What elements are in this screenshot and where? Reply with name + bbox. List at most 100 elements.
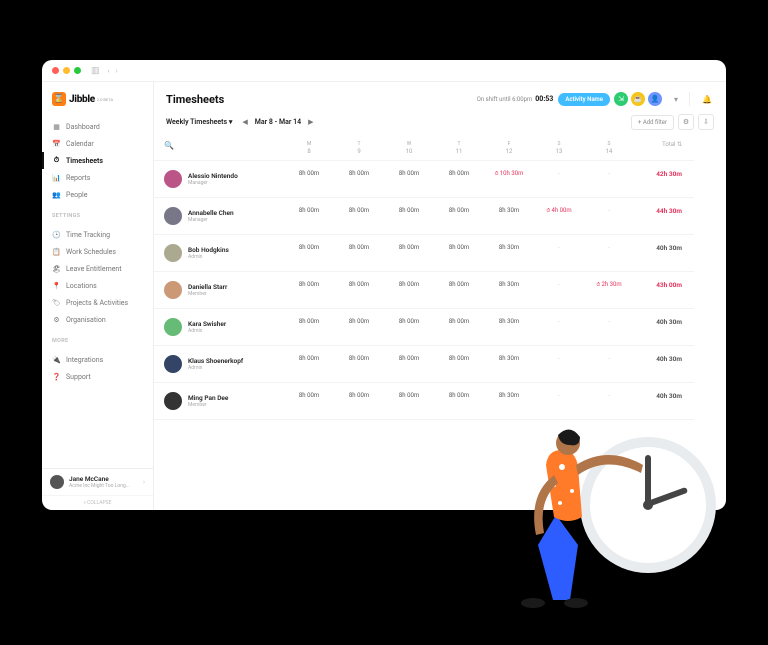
time-cell[interactable]: 8h 00m [434, 272, 484, 309]
sidebar-item-people[interactable]: 👥People [42, 186, 153, 203]
current-user[interactable]: Jane McCane Acme Inc Might Too Long... › [42, 468, 153, 495]
time-cell[interactable]: 8h 00m [384, 309, 434, 346]
time-cell[interactable]: 8h 00m [284, 272, 334, 309]
sidebar-toggle-icon[interactable]: ▥ [91, 66, 100, 76]
time-cell[interactable]: 8h 00m [284, 235, 334, 272]
time-cell[interactable]: 8h 00m [284, 198, 334, 235]
column-header[interactable]: S13 [534, 136, 584, 161]
logo-icon: ⌛ [52, 92, 66, 106]
shift-status: On shift until 6:00pm [477, 96, 533, 103]
sidebar-item-calendar[interactable]: 📅Calendar [42, 135, 153, 152]
table-row-user[interactable]: Annabelle ChenManager [154, 198, 284, 235]
total-header[interactable]: Total ⇅ [634, 136, 694, 161]
time-cell[interactable]: 8h 00m [334, 383, 384, 420]
sidebar-item-organisation[interactable]: ⚙Organisation [42, 311, 153, 328]
brand[interactable]: ⌛ Jibble 2.0 BETA [42, 82, 153, 114]
status-chip-in[interactable]: ⇲ [614, 92, 628, 106]
time-cell[interactable]: 8h 00m [284, 346, 334, 383]
minimize-window-button[interactable] [63, 67, 70, 74]
download-icon-button[interactable]: ⇩ [698, 114, 714, 130]
time-cell[interactable]: 8h 00m [334, 346, 384, 383]
sidebar-item-work-schedules[interactable]: 📋Work Schedules [42, 243, 153, 260]
user-name: Jane McCane [69, 475, 138, 483]
table-row-user[interactable]: Kara SwisherAdmin [154, 309, 284, 346]
prev-range-button[interactable]: ◀ [242, 118, 247, 126]
sidebar-item-timesheets[interactable]: ⏱Timesheets [42, 152, 153, 169]
table-row-user[interactable]: Klaus ShoenerkopfAdmin [154, 346, 284, 383]
sidebar-item-integrations[interactable]: 🔌Integrations [42, 351, 153, 368]
forward-button[interactable]: › [116, 67, 118, 75]
sidebar-item-projects-activities[interactable]: 🏷Projects & Activities [42, 294, 153, 311]
time-cell[interactable]: 8h 30m [484, 346, 534, 383]
time-cell[interactable]: 8h 00m [434, 346, 484, 383]
time-cell-empty: - [534, 272, 584, 309]
back-button[interactable]: ‹ [108, 67, 110, 75]
table-row-user[interactable]: Daniella StarrMember [154, 272, 284, 309]
sidebar-item-support[interactable]: ❓Support [42, 368, 153, 385]
time-cell[interactable]: 8h 30m [484, 235, 534, 272]
time-cell-overtime[interactable]: 2h 30m [584, 272, 634, 309]
time-cell[interactable]: 8h 00m [284, 309, 334, 346]
time-cell[interactable]: 8h 00m [384, 346, 434, 383]
time-cell[interactable]: 8h 00m [334, 272, 384, 309]
timesheet-icon: ⏱ [52, 156, 61, 165]
brand-name: Jibble [69, 94, 95, 105]
time-cell-overtime[interactable]: 10h 30m [484, 161, 534, 198]
time-cell-empty: - [584, 309, 634, 346]
time-cell[interactable]: 8h 00m [284, 383, 334, 420]
time-cell[interactable]: 8h 00m [384, 383, 434, 420]
close-window-button[interactable] [52, 67, 59, 74]
time-cell[interactable]: 8h 00m [434, 161, 484, 198]
time-cell[interactable]: 8h 30m [484, 383, 534, 420]
maximize-window-button[interactable] [74, 67, 81, 74]
time-cell[interactable]: 8h 00m [434, 198, 484, 235]
column-header[interactable]: T9 [334, 136, 384, 161]
table-row-user[interactable]: Ming Pan DeeMember [154, 383, 284, 420]
date-range[interactable]: Mar 8 - Mar 14 [255, 118, 301, 126]
time-cell[interactable]: 8h 30m [484, 309, 534, 346]
settings-icon-button[interactable]: ⚙ [678, 114, 694, 130]
time-cell[interactable]: 8h 00m [384, 272, 434, 309]
table-row-user[interactable]: Bob HodgkinsAdmin [154, 235, 284, 272]
time-cell[interactable]: 8h 00m [434, 235, 484, 272]
status-chip-user[interactable]: 👤 [648, 92, 662, 106]
time-cell[interactable]: 8h 30m [484, 272, 534, 309]
time-cell[interactable]: 8h 00m [434, 309, 484, 346]
total-cell: 40h 30m [634, 309, 694, 346]
sidebar-item-reports[interactable]: 📊Reports [42, 169, 153, 186]
time-cell[interactable]: 8h 00m [434, 383, 484, 420]
total-cell: 40h 30m [634, 235, 694, 272]
column-header[interactable]: M8 [284, 136, 334, 161]
member-role: Admin [188, 254, 229, 260]
search-icon[interactable]: 🔍 [154, 136, 284, 161]
add-filter-button[interactable]: + Add filter [631, 115, 674, 130]
column-header[interactable]: W10 [384, 136, 434, 161]
time-cell[interactable]: 8h 00m [334, 309, 384, 346]
sidebar-item-leave-entitlement[interactable]: 🏖Leave Entitlement [42, 260, 153, 277]
chevron-down-icon[interactable]: ▾ [669, 92, 683, 106]
next-range-button[interactable]: ▶ [308, 118, 313, 126]
column-header[interactable]: T11 [434, 136, 484, 161]
column-header[interactable]: S14 [584, 136, 634, 161]
activity-pill[interactable]: Activity Name [558, 93, 610, 106]
time-cell[interactable]: 8h 00m [384, 235, 434, 272]
column-header[interactable]: F12 [484, 136, 534, 161]
time-cell[interactable]: 8h 00m [334, 161, 384, 198]
sidebar-item-locations[interactable]: 📍Locations [42, 277, 153, 294]
time-cell[interactable]: 8h 00m [384, 198, 434, 235]
table-row-user[interactable]: Alessio NintendoManager [154, 161, 284, 198]
time-cell[interactable]: 8h 00m [334, 198, 384, 235]
sidebar-item-time-tracking[interactable]: 🕒Time Tracking [42, 226, 153, 243]
bell-icon[interactable]: 🔔 [700, 92, 714, 106]
status-chip-break[interactable]: ☕ [631, 92, 645, 106]
time-cell[interactable]: 8h 00m [334, 235, 384, 272]
time-cell[interactable]: 8h 30m [484, 198, 534, 235]
sidebar-item-dashboard[interactable]: ▦Dashboard [42, 118, 153, 135]
member-role: Member [188, 402, 228, 408]
time-cell[interactable]: 8h 00m [284, 161, 334, 198]
time-cell-overtime[interactable]: 4h 00m [534, 198, 584, 235]
period-selector[interactable]: Weekly Timesheets ▾ [166, 118, 232, 126]
time-cell[interactable]: 8h 00m [384, 161, 434, 198]
time-cell-empty: - [534, 309, 584, 346]
collapse-sidebar-button[interactable]: « COLLAPSE [42, 495, 153, 510]
